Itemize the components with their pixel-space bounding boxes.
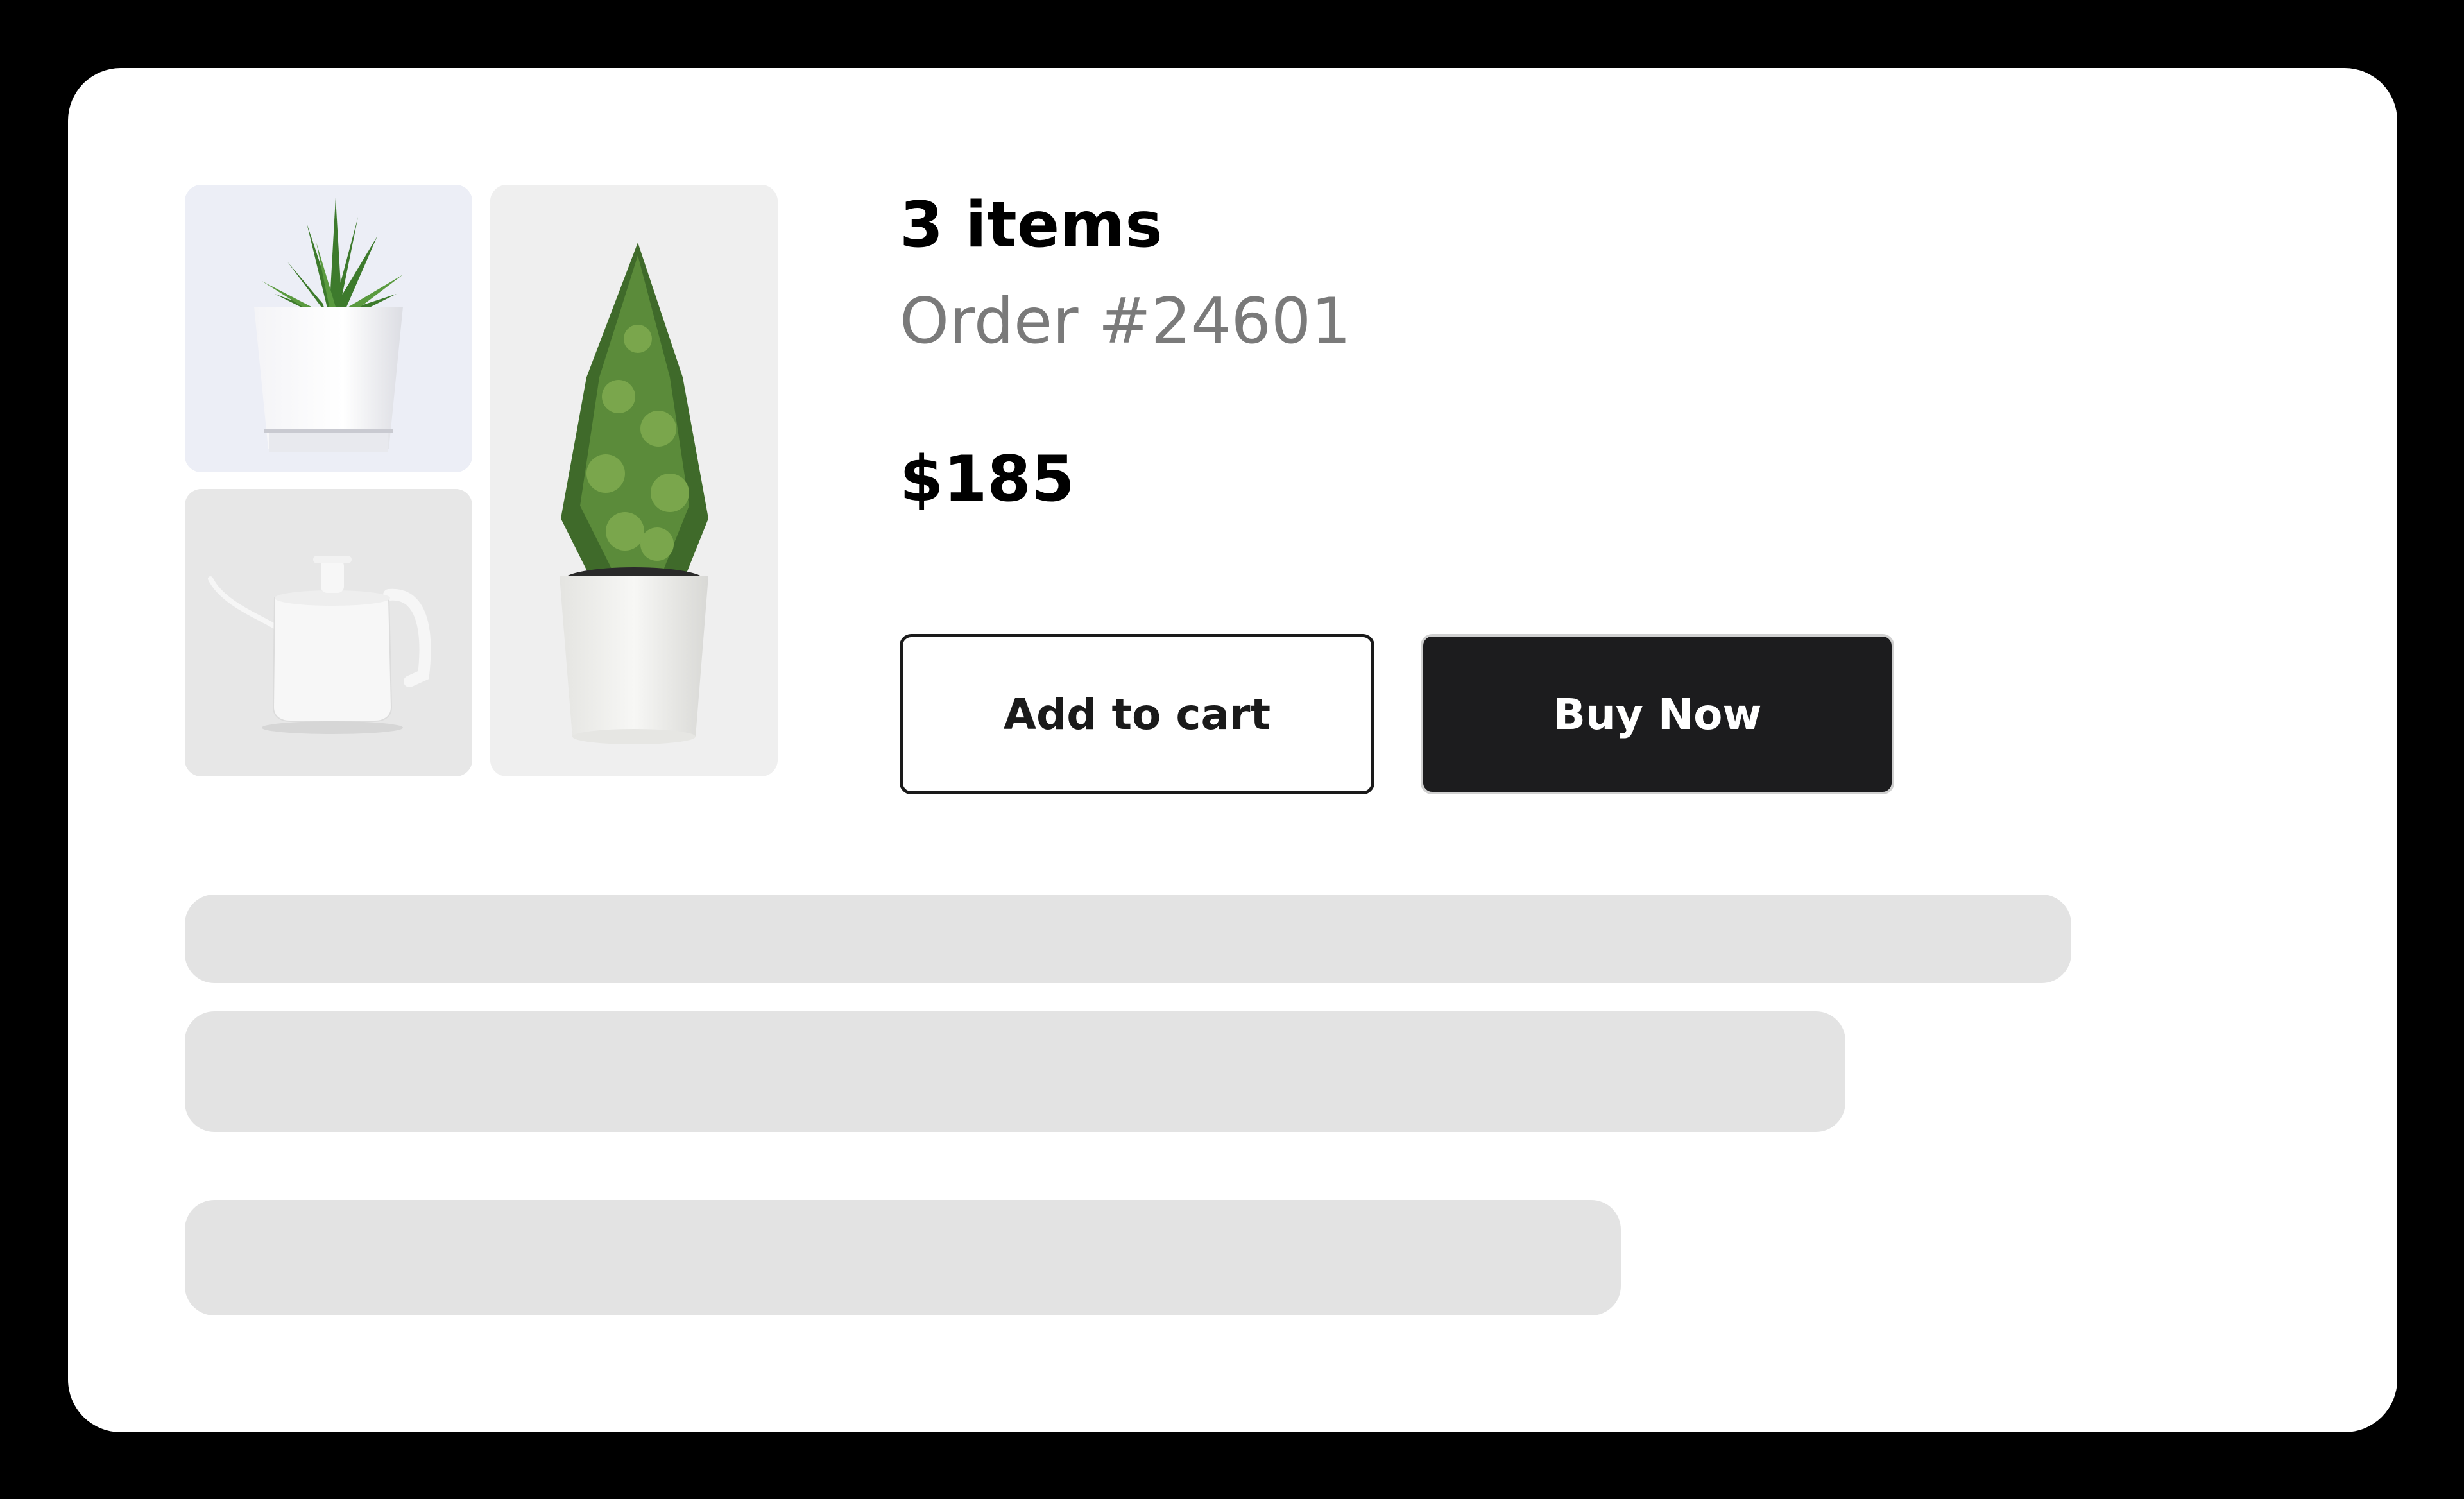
aloe-plant-icon [185,185,472,472]
items-count-title: 3 items [900,189,1163,262]
product-image-aloe[interactable] [185,185,472,472]
skeleton-line [185,1011,1845,1132]
potted-tree-icon [490,185,778,776]
add-to-cart-button[interactable]: Add to cart [900,634,1374,794]
kettle-icon [185,489,472,776]
order-card: 3 items Order #24601 $185 Add to cart Bu… [68,68,2397,1432]
order-price: $185 [900,443,1075,516]
product-image-kettle[interactable] [185,489,472,776]
skeleton-line [185,895,2071,983]
buy-now-button[interactable]: Buy Now [1421,634,1894,794]
skeleton-line [185,1200,1621,1315]
order-number: Order #24601 [900,285,1351,358]
product-image-tree[interactable] [490,185,778,776]
